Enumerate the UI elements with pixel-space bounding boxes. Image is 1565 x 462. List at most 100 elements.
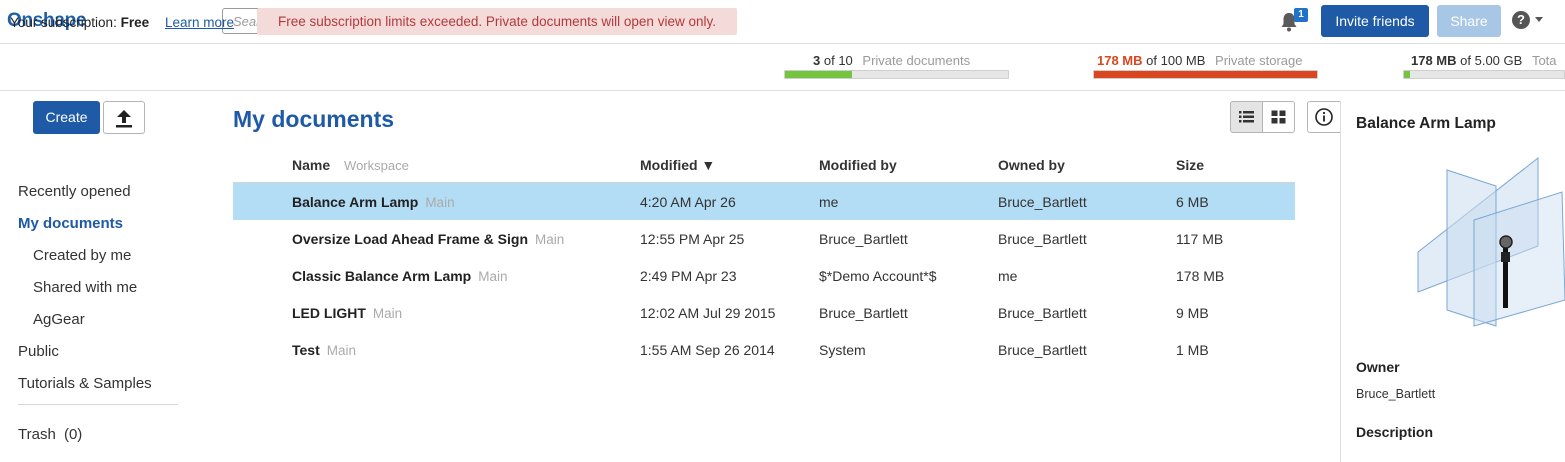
table-row[interactable]: Test Main 1:55 AM Sep 26 2014 System Bruc… xyxy=(233,331,1295,368)
help-icon[interactable]: ? xyxy=(1512,11,1530,29)
document-owner: Bruce_Bartlett xyxy=(998,305,1087,321)
document-name-text: Oversize Load Ahead Frame & Sign xyxy=(292,231,528,247)
nav-recently-opened[interactable]: Recently opened xyxy=(18,183,131,200)
subscription-plan: Free xyxy=(120,15,150,30)
document-modified-by: me xyxy=(819,194,839,210)
share-button[interactable]: Share xyxy=(1437,5,1501,37)
document-modified-by: $*Demo Account*$ xyxy=(819,268,937,284)
trash-label: Trash xyxy=(18,426,56,443)
document-modified: 4:20 AM Apr 26 xyxy=(640,194,736,210)
document-size: 117 MB xyxy=(1176,231,1224,247)
document-modified: 1:55 AM Sep 26 2014 xyxy=(640,342,775,358)
create-button[interactable]: Create xyxy=(33,101,100,134)
upload-button[interactable] xyxy=(103,101,145,134)
document-modified: 12:55 PM Apr 25 xyxy=(640,231,745,247)
owner-label: Owner xyxy=(1356,359,1400,375)
trash-count: (0) xyxy=(63,426,83,443)
total-storage-usage: 178 MB of 5.00 GB Tota xyxy=(1411,53,1557,68)
table-row[interactable]: Balance Arm Lamp Main 4:20 AM Apr 26 me B… xyxy=(233,183,1295,220)
list-view-button[interactable] xyxy=(1230,101,1263,133)
document-modified: 2:49 PM Apr 23 xyxy=(640,268,737,284)
usage-value: 178 MB xyxy=(1097,53,1143,68)
subscription-label: Your subscription: xyxy=(10,15,117,30)
nav-aggear[interactable]: AgGear xyxy=(33,311,85,328)
document-name: Classic Balance Arm Lamp Main xyxy=(292,268,508,284)
document-owner: me xyxy=(998,268,1018,284)
document-thumbnail xyxy=(1417,156,1565,327)
nav-public[interactable]: Public xyxy=(18,343,59,360)
usage-limit: of 100 MB xyxy=(1146,53,1206,68)
owner-value: Bruce_Bartlett xyxy=(1356,387,1436,401)
nav-my-documents[interactable]: My documents xyxy=(18,215,123,232)
invite-friends-button[interactable]: Invite friends xyxy=(1321,5,1429,37)
progress-fill xyxy=(1094,71,1317,78)
description-label: Description xyxy=(1356,424,1434,440)
document-workspace: Main xyxy=(425,195,455,210)
document-name: Oversize Load Ahead Frame & Sign Main xyxy=(292,231,564,247)
document-size: 9 MB xyxy=(1176,305,1209,321)
document-name-text: LED LIGHT xyxy=(292,305,366,321)
column-header-modified-by[interactable]: Modified by xyxy=(819,157,897,173)
document-owner: Bruce_Bartlett xyxy=(998,194,1087,210)
document-modified: 12:02 AM Jul 29 2015 xyxy=(640,305,776,321)
grid-view-button[interactable] xyxy=(1262,101,1295,133)
private-storage-progress-bar xyxy=(1093,70,1318,79)
nav-created-by-me[interactable]: Created by me xyxy=(33,247,131,264)
document-name: Balance Arm Lamp Main xyxy=(292,194,455,210)
document-size: 178 MB xyxy=(1176,268,1225,284)
usage-value: 3 xyxy=(813,53,821,68)
document-modified-by: System xyxy=(819,342,866,358)
nav-tutorials-samples[interactable]: Tutorials & Samples xyxy=(18,375,152,392)
subscription-bar xyxy=(0,44,1565,91)
usage-label: Private documents xyxy=(862,53,971,68)
subscription-warning-banner: Free subscription limits exceeded. Priva… xyxy=(257,8,737,35)
document-owner: Bruce_Bartlett xyxy=(998,231,1087,247)
info-icon xyxy=(1315,108,1333,126)
name-header-label: Name xyxy=(292,157,331,173)
column-header-name[interactable]: Name Workspace xyxy=(292,157,409,173)
column-header-size[interactable]: Size xyxy=(1176,157,1204,173)
usage-label: Tota xyxy=(1531,53,1557,68)
column-header-modified[interactable]: Modified ▼ xyxy=(640,157,715,173)
sidebar-divider xyxy=(18,404,178,405)
document-name-text: Test xyxy=(292,342,320,358)
usage-label: Private storage xyxy=(1215,53,1303,68)
document-workspace: Main xyxy=(478,269,508,284)
upload-icon xyxy=(116,110,132,128)
document-workspace: Main xyxy=(372,306,403,321)
document-size: 6 MB xyxy=(1176,194,1209,210)
grid-view-icon xyxy=(1271,110,1286,124)
details-panel-divider xyxy=(1340,101,1341,462)
private-storage-usage: 178 MB of 100 MB Private storage xyxy=(1097,53,1302,68)
document-name: Test Main xyxy=(292,342,356,358)
table-row[interactable]: LED LIGHT Main 12:02 AM Jul 29 2015 Bruce… xyxy=(233,294,1295,331)
notification-count-badge: 1 xyxy=(1294,8,1308,22)
usage-limit: of 5.00 GB xyxy=(1460,53,1523,68)
private-documents-progress-bar xyxy=(784,70,1009,79)
subscription-status: Your subscription: Free xyxy=(10,15,149,30)
column-header-owned-by[interactable]: Owned by xyxy=(998,157,1065,173)
page-title: My documents xyxy=(233,106,395,132)
document-size: 1 MB xyxy=(1176,342,1209,358)
nav-shared-with-me[interactable]: Shared with me xyxy=(33,279,137,296)
table-row[interactable]: Classic Balance Arm Lamp Main 2:49 PM Apr… xyxy=(233,257,1295,294)
usage-limit: of 10 xyxy=(823,53,853,68)
chevron-down-icon[interactable] xyxy=(1535,17,1543,22)
list-view-icon xyxy=(1239,111,1254,123)
nav-trash[interactable]: Trash (0) xyxy=(18,426,82,443)
table-row[interactable]: Oversize Load Ahead Frame & Sign Main 12:… xyxy=(233,220,1295,257)
progress-fill xyxy=(1404,71,1410,78)
progress-fill xyxy=(785,71,852,78)
document-workspace: Main xyxy=(535,232,565,247)
workspace-header-label: Workspace xyxy=(344,158,409,173)
document-name: LED LIGHT Main xyxy=(292,305,402,321)
learn-more-link[interactable]: Learn more xyxy=(165,15,234,30)
usage-value: 178 MB xyxy=(1411,53,1457,68)
info-button[interactable] xyxy=(1307,101,1340,133)
document-owner: Bruce_Bartlett xyxy=(998,342,1087,358)
document-workspace: Main xyxy=(326,343,357,358)
document-modified-by: Bruce_Bartlett xyxy=(819,231,908,247)
document-modified-by: Bruce_Bartlett xyxy=(819,305,908,321)
private-documents-usage: 3 of 10 Private documents xyxy=(813,53,970,68)
details-title: Balance Arm Lamp xyxy=(1356,115,1496,132)
